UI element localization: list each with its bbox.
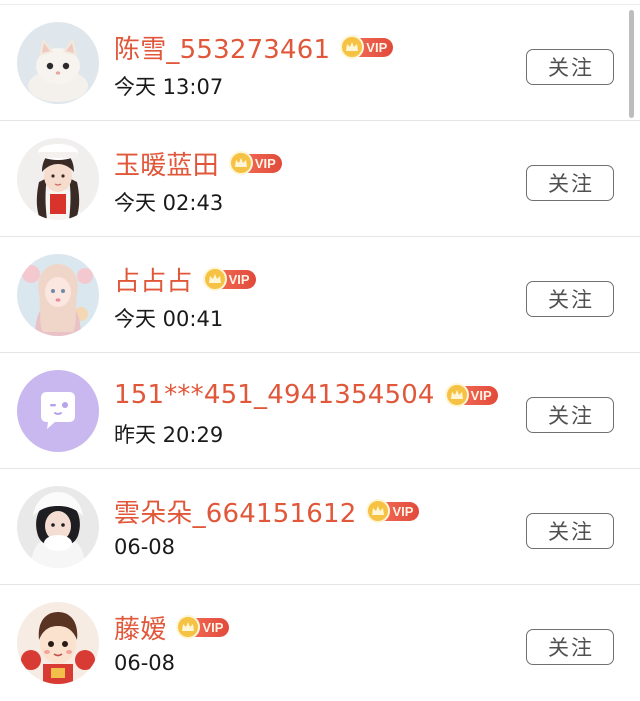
kitten-avatar-icon (17, 22, 99, 104)
vip-badge: VIP (176, 615, 230, 639)
vip-badge: VIP (228, 151, 282, 175)
timestamp: 昨天 20:29 (114, 423, 224, 447)
name-line: 151***451_4941354504 VIP (114, 375, 498, 415)
list-item[interactable]: 陈雪_553273461 VIP 今天 13:07 关注 (0, 5, 640, 121)
girl-white-hat-avatar-icon (17, 486, 99, 568)
timestamp: 06-08 (114, 651, 176, 675)
vip-badge: VIP (202, 267, 256, 291)
avatar[interactable] (17, 22, 99, 104)
follow-button[interactable]: 关注 (526, 281, 614, 317)
crown-icon (228, 151, 253, 175)
avatar[interactable] (17, 370, 99, 452)
avatar[interactable] (17, 138, 99, 220)
name-line: 雲朵朵_664151612 VIP (114, 491, 420, 531)
vip-badge: VIP (340, 35, 394, 59)
user-name[interactable]: 151***451_4941354504 (114, 380, 435, 410)
avatar[interactable] (17, 486, 99, 568)
crown-icon (202, 267, 227, 291)
pastel-girl-avatar-icon (17, 254, 99, 336)
cartoon-child-avatar-icon (17, 602, 99, 684)
list-item[interactable]: 雲朵朵_664151612 VIP 06-08 关注 (0, 469, 640, 585)
avatar[interactable] (17, 602, 99, 684)
user-name[interactable]: 玉暖蓝田 (114, 145, 219, 182)
user-name[interactable]: 藤嫒 (114, 609, 166, 646)
crown-icon (444, 383, 469, 407)
timestamp: 今天 13:07 (114, 75, 224, 99)
list-item[interactable]: 玉暖蓝田 VIP 今天 02:43 关注 (0, 121, 640, 237)
vip-badge: VIP (444, 383, 498, 407)
follow-button[interactable]: 关注 (526, 49, 614, 85)
scrollbar[interactable] (629, 10, 634, 118)
default-chat-avatar-icon (17, 370, 99, 452)
list-item[interactable]: 151***451_4941354504 VIP 昨天 20:29 关注 (0, 353, 640, 469)
timestamp: 今天 02:43 (114, 191, 224, 215)
name-line: 陈雪_553273461 VIP (114, 27, 394, 67)
girl-red-scarf-avatar-icon (17, 138, 99, 220)
list-item[interactable]: 占占占 VIP 今天 00:41 关注 (0, 237, 640, 353)
user-name[interactable]: 雲朵朵_664151612 (114, 493, 356, 530)
follow-button[interactable]: 关注 (526, 513, 614, 549)
vip-badge: VIP (366, 499, 420, 523)
user-name[interactable]: 陈雪_553273461 (114, 29, 330, 66)
follow-button[interactable]: 关注 (526, 629, 614, 665)
avatar[interactable] (17, 254, 99, 336)
timestamp: 今天 00:41 (114, 307, 224, 331)
timestamp: 06-08 (114, 535, 176, 559)
user-name[interactable]: 占占占 (114, 261, 193, 298)
follower-list: 陈雪_553273461 VIP 今天 13:07 关注 玉暖蓝田 VIP 今天… (0, 0, 640, 685)
name-line: 玉暖蓝田 VIP (114, 143, 282, 183)
name-line: 藤嫒 VIP (114, 607, 230, 647)
follow-button[interactable]: 关注 (526, 165, 614, 201)
follow-button[interactable]: 关注 (526, 397, 614, 433)
list-item[interactable]: 藤嫒 VIP 06-08 关注 (0, 585, 640, 701)
name-line: 占占占 VIP (114, 259, 256, 299)
